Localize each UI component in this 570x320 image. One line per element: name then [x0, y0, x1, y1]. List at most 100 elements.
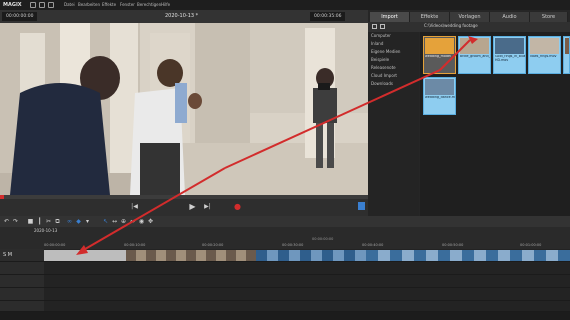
video-thumbnail	[565, 38, 569, 54]
timeline-tracks: S M	[0, 249, 570, 312]
drop-placeholder-clip[interactable]	[44, 250, 126, 261]
project-title: 2020-10-13 *	[165, 13, 199, 19]
media-item-partial[interactable]	[563, 36, 570, 74]
split-icon[interactable]: ┃	[36, 218, 43, 225]
timecode-left: 00:00:00:00	[2, 12, 38, 21]
next-marker-button[interactable]: ▶|	[203, 202, 212, 210]
transport-controls: |◀ ▶ ▶| ●	[0, 195, 368, 216]
ruler-mark: 00:00:40:00	[362, 243, 384, 247]
tree-item-eigene-medien[interactable]: Eigene Medien	[368, 48, 419, 56]
prev-marker-button[interactable]: |◀	[130, 202, 139, 210]
timeline-ruler[interactable]: 2020-10-13 00:00:00:00 00:00:00:00 00:00…	[0, 227, 570, 249]
up-icon[interactable]	[380, 24, 385, 29]
video-preview[interactable]	[0, 23, 368, 195]
link-icon[interactable]: ∞	[66, 218, 73, 225]
media-path: C:\Videos\wedding footage	[424, 23, 478, 28]
track-1[interactable]	[44, 249, 570, 262]
track-4[interactable]	[44, 288, 570, 301]
ruler-mark: 00:00:10:00	[124, 243, 146, 247]
track-header[interactable]	[0, 301, 44, 312]
open-folder-icon[interactable]	[39, 2, 45, 8]
video-thumbnail	[495, 38, 524, 54]
tree-item-cloud-import[interactable]: Cloud Import	[368, 72, 419, 80]
marker-icon[interactable]: ▾	[84, 218, 91, 225]
track-header[interactable]	[0, 275, 44, 288]
track-header[interactable]	[0, 262, 44, 275]
tab-effekte[interactable]: Effekte	[410, 12, 450, 22]
preview-header: 00:00:00:00 2020-10-13 * 00:00:35:06	[0, 10, 368, 23]
tab-audio[interactable]: Audio	[490, 12, 530, 22]
pointer-icon[interactable]: ↖	[102, 218, 109, 225]
folder-icon	[425, 38, 454, 54]
track-5[interactable]	[44, 301, 570, 312]
wedding-scene-image	[0, 23, 368, 195]
redo-icon[interactable]: ↷	[12, 218, 19, 225]
media-item-label: vows_rings.mov	[530, 55, 557, 58]
folder-tree: Computer Inland Eigene Medien Beispiele …	[368, 32, 419, 216]
copy-icon[interactable]: ⧉	[54, 218, 61, 225]
media-item-label: Gold_rings_in_blue_boxes_on_table_ZoomEs…	[495, 55, 525, 62]
range-icon[interactable]: ↔	[111, 218, 118, 225]
menu-effekte[interactable]: Effekte	[102, 0, 116, 10]
media-item[interactable]: vows_rings.mov	[528, 36, 561, 74]
tab-vorlagen[interactable]: Vorlagen	[450, 12, 490, 22]
media-item[interactable]: wedding_dance.mov	[423, 77, 456, 115]
play-button[interactable]: ▶	[188, 202, 197, 211]
media-tabs: Import Effekte Vorlagen Audio Store	[368, 12, 570, 22]
cut-icon[interactable]: ✂	[45, 218, 52, 225]
menu-hilfe[interactable]: Hilfe	[161, 0, 170, 10]
menu-datei[interactable]: Datei	[64, 0, 75, 10]
track-2[interactable]	[44, 262, 570, 275]
new-file-icon[interactable]	[30, 2, 36, 8]
tree-item-releasenote[interactable]: Releasenote	[368, 64, 419, 72]
menu-bearbeiten[interactable]: Bearbeiten	[78, 0, 100, 10]
back-icon[interactable]	[372, 24, 377, 29]
ruler-mark: 00:00:00:00	[44, 243, 66, 247]
video-clip[interactable]	[256, 250, 366, 261]
video-clip[interactable]	[366, 250, 570, 261]
media-item-label: bride_groom_and_wedding_guests_at_church…	[460, 55, 490, 58]
app-logo: MAGIX	[3, 2, 22, 8]
ruler-mark: 00:00:30:00	[282, 243, 304, 247]
status-bar	[0, 312, 570, 320]
tree-item-inland[interactable]: Inland	[368, 40, 419, 48]
ruler-mark: 00:00:50:00	[442, 243, 464, 247]
delete-icon[interactable]: ■	[27, 218, 34, 225]
stretch-icon[interactable]: ⇔	[129, 218, 136, 225]
video-thumbnail	[530, 38, 559, 54]
media-item-label: wedding_dance.mov	[425, 96, 455, 99]
ruler-mark: 00:00:20:00	[202, 243, 224, 247]
media-grid: wedding_model bride_groom_and_wedding_gu…	[420, 32, 570, 216]
video-thumbnail	[425, 79, 454, 95]
timeline-toolbar: ↶ ↷ ■ ┃ ✂ ⧉ ∞ ◆ ▾ ↖ ↔ ⊕ ⇔ ◉ ✥	[0, 216, 570, 227]
snap-icon[interactable]: ◆	[75, 218, 82, 225]
record-button[interactable]: ●	[233, 202, 242, 211]
mic-icon[interactable]	[358, 202, 365, 210]
save-icon[interactable]	[48, 2, 54, 8]
video-clip[interactable]	[126, 250, 256, 261]
media-item[interactable]: Gold_rings_in_blue_boxes_on_table_ZoomEs…	[493, 36, 526, 74]
fx-icon[interactable]: ◉	[138, 218, 145, 225]
move-icon[interactable]: ✥	[147, 218, 154, 225]
track-header[interactable]: S M	[0, 249, 44, 262]
track-header[interactable]	[0, 288, 44, 301]
media-item[interactable]: bride_groom_and_wedding_guests_at_church…	[458, 36, 491, 74]
tree-item-beispiele[interactable]: Beispiele	[368, 56, 419, 64]
ruler-center-label: 00:00:00:00	[312, 237, 334, 241]
scrub-position[interactable]	[0, 195, 4, 199]
undo-icon[interactable]: ↶	[3, 218, 10, 225]
timecode-right: 00:00:35:06	[310, 12, 346, 21]
track-solo-mute[interactable]: S M	[3, 252, 12, 258]
tab-import[interactable]: Import	[370, 12, 410, 22]
menu-berechtigen[interactable]: Berechtigen	[137, 0, 161, 10]
preview-scrub-bar[interactable]	[0, 195, 368, 199]
timeline-date-label: 2020-10-13	[34, 228, 58, 233]
zoom-icon[interactable]: ⊕	[120, 218, 127, 225]
track-3[interactable]	[44, 275, 570, 288]
media-item-folder[interactable]: wedding_model	[423, 36, 456, 74]
menu-fenster[interactable]: Fenster	[120, 0, 135, 10]
tree-item-downloads[interactable]: Downloads	[368, 80, 419, 88]
tree-item-computer[interactable]: Computer	[368, 32, 419, 40]
media-pool: Import Effekte Vorlagen Audio Store C:\V…	[368, 10, 570, 216]
tab-store[interactable]: Store	[530, 12, 568, 22]
